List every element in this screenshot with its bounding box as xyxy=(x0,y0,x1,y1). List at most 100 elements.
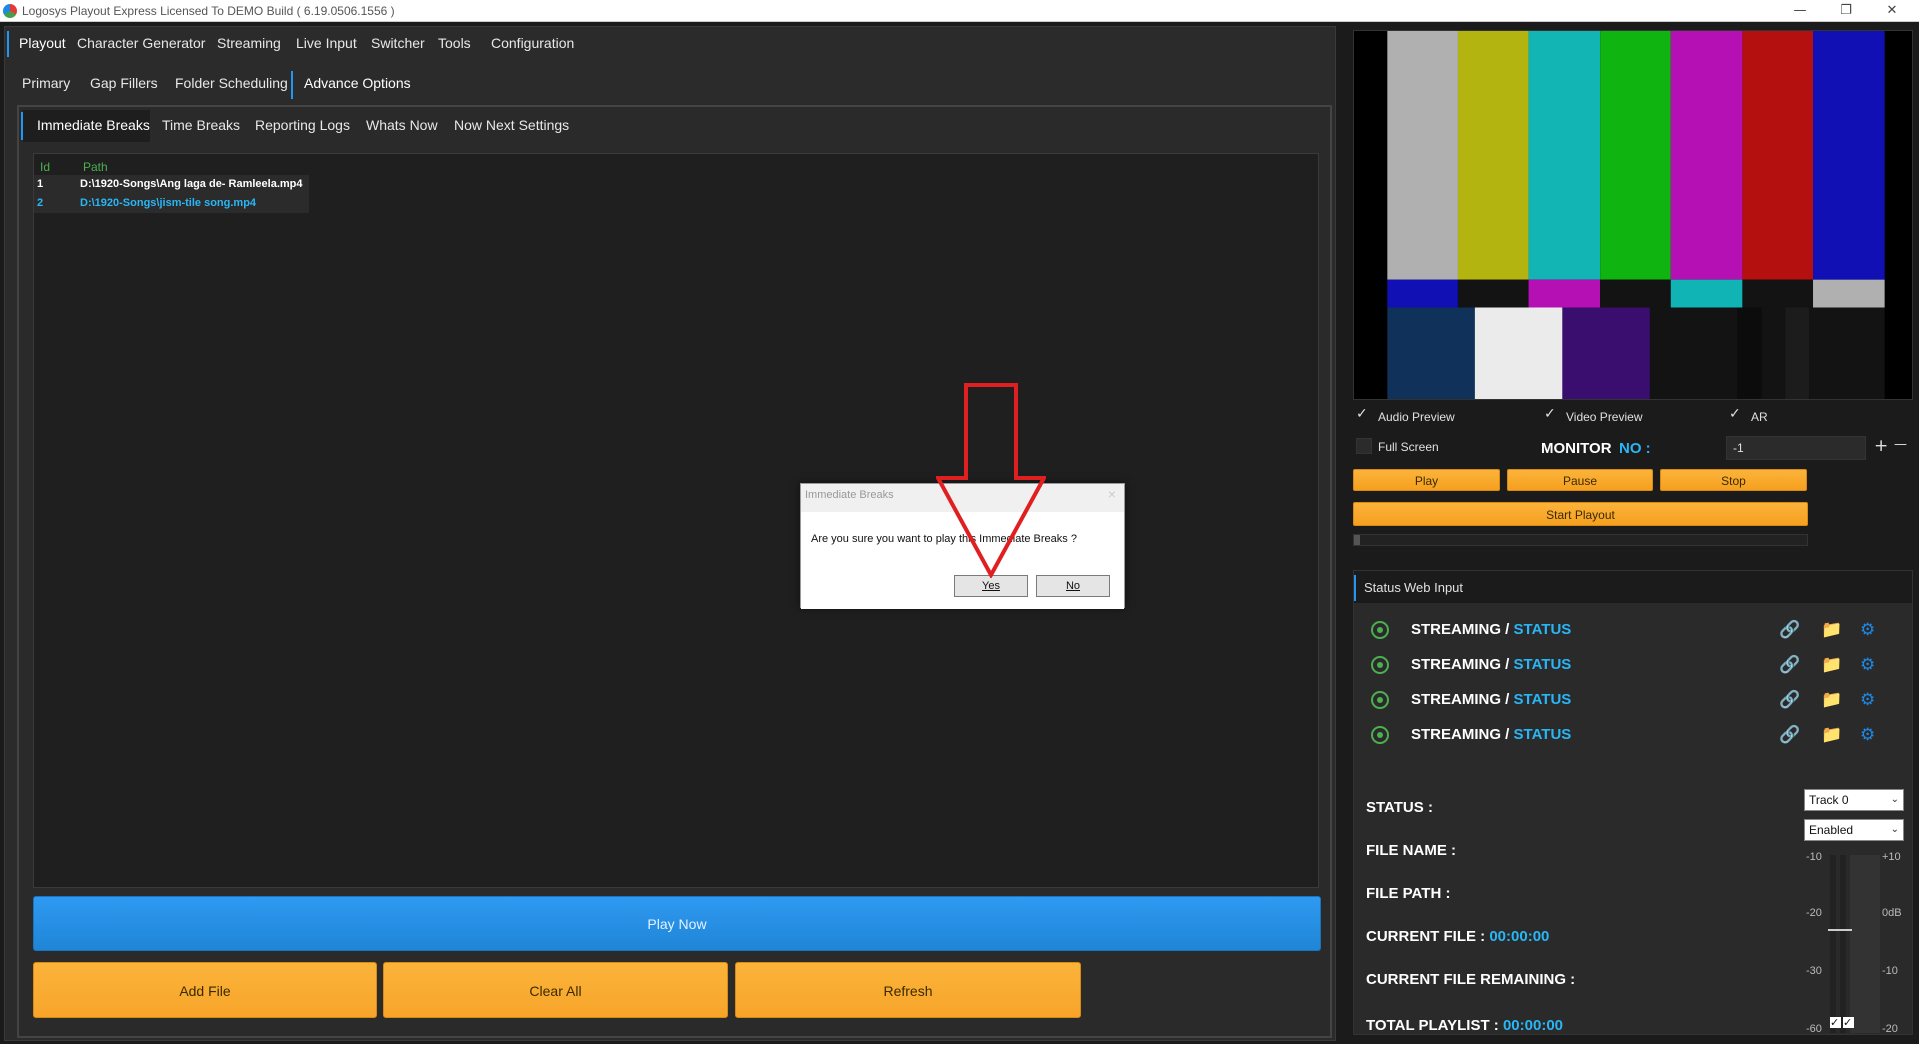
app-logo-icon xyxy=(3,4,17,18)
minimize-button[interactable]: — xyxy=(1777,0,1823,22)
vu-meter: -10 -20 -30 -60 +10 0dB -10 -20 ✓ ✓ xyxy=(1806,851,1906,1035)
stream-row: STREAMING / STATUS 🔗 📁 ⚙ xyxy=(1361,682,1907,716)
submenu-folder-scheduling[interactable]: Folder Scheduling xyxy=(175,75,288,91)
no-button[interactable]: No xyxy=(1036,575,1110,597)
clear-all-button[interactable]: Clear All xyxy=(383,962,728,1018)
tab-reporting-logs[interactable]: Reporting Logs xyxy=(255,117,350,133)
gear-icon[interactable]: ⚙ xyxy=(1860,690,1875,710)
volume-handle[interactable] xyxy=(1828,929,1852,931)
tab-status[interactable]: Status xyxy=(1364,580,1401,595)
track-select[interactable]: Track 0 ⌄ xyxy=(1804,789,1904,811)
window-title: Logosys Playout Express Licensed To DEMO… xyxy=(22,4,395,18)
video-preview-color-bars xyxy=(1353,30,1913,400)
submenu-primary[interactable]: Primary xyxy=(22,75,70,91)
menu-tools[interactable]: Tools xyxy=(438,35,471,51)
connect-icon[interactable]: 🔗 xyxy=(1779,690,1800,710)
status-panel: Status Web Input STREAMING / STATUS 🔗 📁 … xyxy=(1353,570,1913,1035)
ar-checkbox[interactable]: ✓ xyxy=(1729,406,1741,422)
stream-row: STREAMING / STATUS 🔗 📁 ⚙ xyxy=(1361,717,1907,751)
immediate-breaks-frame: Immediate Breaks Time Breaks Reporting L… xyxy=(17,105,1332,1038)
folder-icon[interactable]: 📁 xyxy=(1821,620,1842,640)
connect-icon[interactable]: 🔗 xyxy=(1779,620,1800,640)
stream-label: STREAMING / STATUS xyxy=(1411,621,1572,638)
row-path: D:\1920-Songs\Ang laga de- Ramleela.mp4 xyxy=(80,178,303,190)
stream-label: STREAMING / STATUS xyxy=(1411,691,1572,708)
left-channel-checkbox[interactable]: ✓ xyxy=(1830,1017,1841,1028)
column-path[interactable]: Path xyxy=(83,160,108,174)
start-playout-button[interactable]: Start Playout xyxy=(1353,502,1808,526)
gear-icon[interactable]: ⚙ xyxy=(1860,620,1875,640)
audio-preview-checkbox[interactable]: ✓ xyxy=(1356,406,1368,422)
stream-label: STREAMING / STATUS xyxy=(1411,726,1572,743)
table-row[interactable]: 2 D:\1920-Songs\jism-tile song.mp4 xyxy=(34,194,309,213)
stream-status-indicator xyxy=(1371,656,1389,674)
submenu-advance-options[interactable]: Advance Options xyxy=(304,75,411,91)
row-id: 2 xyxy=(37,197,44,209)
video-preview-checkbox[interactable]: ✓ xyxy=(1544,406,1556,422)
stream-row: STREAMING / STATUS 🔗 📁 ⚙ xyxy=(1361,647,1907,681)
add-file-button[interactable]: Add File xyxy=(33,962,377,1018)
menu-live-input[interactable]: Live Input xyxy=(296,35,357,51)
gear-icon[interactable]: ⚙ xyxy=(1860,725,1875,745)
stream-status-indicator xyxy=(1371,691,1389,709)
video-preview-label: Video Preview xyxy=(1566,410,1643,424)
folder-icon[interactable]: 📁 xyxy=(1821,655,1842,675)
volume-track[interactable] xyxy=(1850,855,1880,1033)
column-id[interactable]: Id xyxy=(40,160,50,174)
tab-now-next-settings[interactable]: Now Next Settings xyxy=(454,117,569,133)
current-file-field: CURRENT FILE : 00:00:00 xyxy=(1366,928,1550,945)
vu-label: -20 xyxy=(1882,1023,1898,1035)
vu-label: -30 xyxy=(1806,965,1822,977)
active-tab-indicator xyxy=(7,31,9,57)
folder-icon[interactable]: 📁 xyxy=(1821,725,1842,745)
monitor-number-input[interactable]: -1 xyxy=(1726,436,1866,460)
full-screen-checkbox[interactable] xyxy=(1356,438,1372,454)
tab-time-breaks[interactable]: Time Breaks xyxy=(162,117,240,133)
folder-icon[interactable]: 📁 xyxy=(1821,690,1842,710)
decrement-button[interactable]: — xyxy=(1894,437,1907,452)
status-field: STATUS : xyxy=(1366,799,1433,816)
vu-label: -10 xyxy=(1806,851,1822,863)
dialog-body: Are you sure you want to play this Immed… xyxy=(801,512,1124,609)
dialog-title: Immediate Breaks xyxy=(805,489,894,501)
play-button[interactable]: Play xyxy=(1353,469,1500,491)
file-path-field: FILE PATH : xyxy=(1366,885,1451,902)
row-path: D:\1920-Songs\jism-tile song.mp4 xyxy=(80,197,257,209)
stream-status-indicator xyxy=(1371,726,1389,744)
seek-slider[interactable] xyxy=(1353,534,1808,546)
stream-status-indicator xyxy=(1371,621,1389,639)
chevron-down-icon: ⌄ xyxy=(1890,794,1899,805)
menu-playout[interactable]: Playout xyxy=(19,35,66,51)
submenu-gap-fillers[interactable]: Gap Fillers xyxy=(90,75,158,91)
menu-streaming[interactable]: Streaming xyxy=(217,35,281,51)
menu-character-generator[interactable]: Character Generator xyxy=(77,35,205,51)
right-channel-checkbox[interactable]: ✓ xyxy=(1843,1017,1854,1028)
vu-label: 0dB xyxy=(1882,907,1902,919)
tab-whats-now[interactable]: Whats Now xyxy=(366,117,438,133)
monitor-no-label: NO : xyxy=(1619,440,1651,457)
stop-button[interactable]: Stop xyxy=(1660,469,1807,491)
tab-web-input[interactable]: Web Input xyxy=(1404,580,1463,595)
enabled-select[interactable]: Enabled ⌄ xyxy=(1804,819,1904,841)
chevron-down-icon: ⌄ xyxy=(1890,824,1899,835)
yes-button[interactable]: Yes xyxy=(954,575,1028,597)
dialog-close-button[interactable]: × xyxy=(1108,486,1116,502)
table-row[interactable]: 1 D:\1920-Songs\Ang laga de- Ramleela.mp… xyxy=(34,175,309,194)
menu-configuration[interactable]: Configuration xyxy=(491,35,574,51)
play-now-button[interactable]: Play Now xyxy=(33,896,1321,951)
increment-button[interactable]: + xyxy=(1874,436,1888,456)
close-button[interactable]: ✕ xyxy=(1869,0,1915,22)
gear-icon[interactable]: ⚙ xyxy=(1860,655,1875,675)
vu-bar-left xyxy=(1830,855,1836,1033)
playlist-table[interactable]: Id Path 1 D:\1920-Songs\Ang laga de- Ram… xyxy=(33,153,1319,888)
menu-switcher[interactable]: Switcher xyxy=(371,35,425,51)
stream-label: STREAMING / STATUS xyxy=(1411,656,1572,673)
seek-handle[interactable] xyxy=(1354,535,1360,545)
connect-icon[interactable]: 🔗 xyxy=(1779,655,1800,675)
pause-button[interactable]: Pause xyxy=(1507,469,1653,491)
connect-icon[interactable]: 🔗 xyxy=(1779,725,1800,745)
file-name-field: FILE NAME : xyxy=(1366,842,1456,859)
maximize-button[interactable]: ❐ xyxy=(1823,0,1869,22)
tab-immediate-breaks[interactable]: Immediate Breaks xyxy=(37,117,150,133)
refresh-button[interactable]: Refresh xyxy=(735,962,1081,1018)
